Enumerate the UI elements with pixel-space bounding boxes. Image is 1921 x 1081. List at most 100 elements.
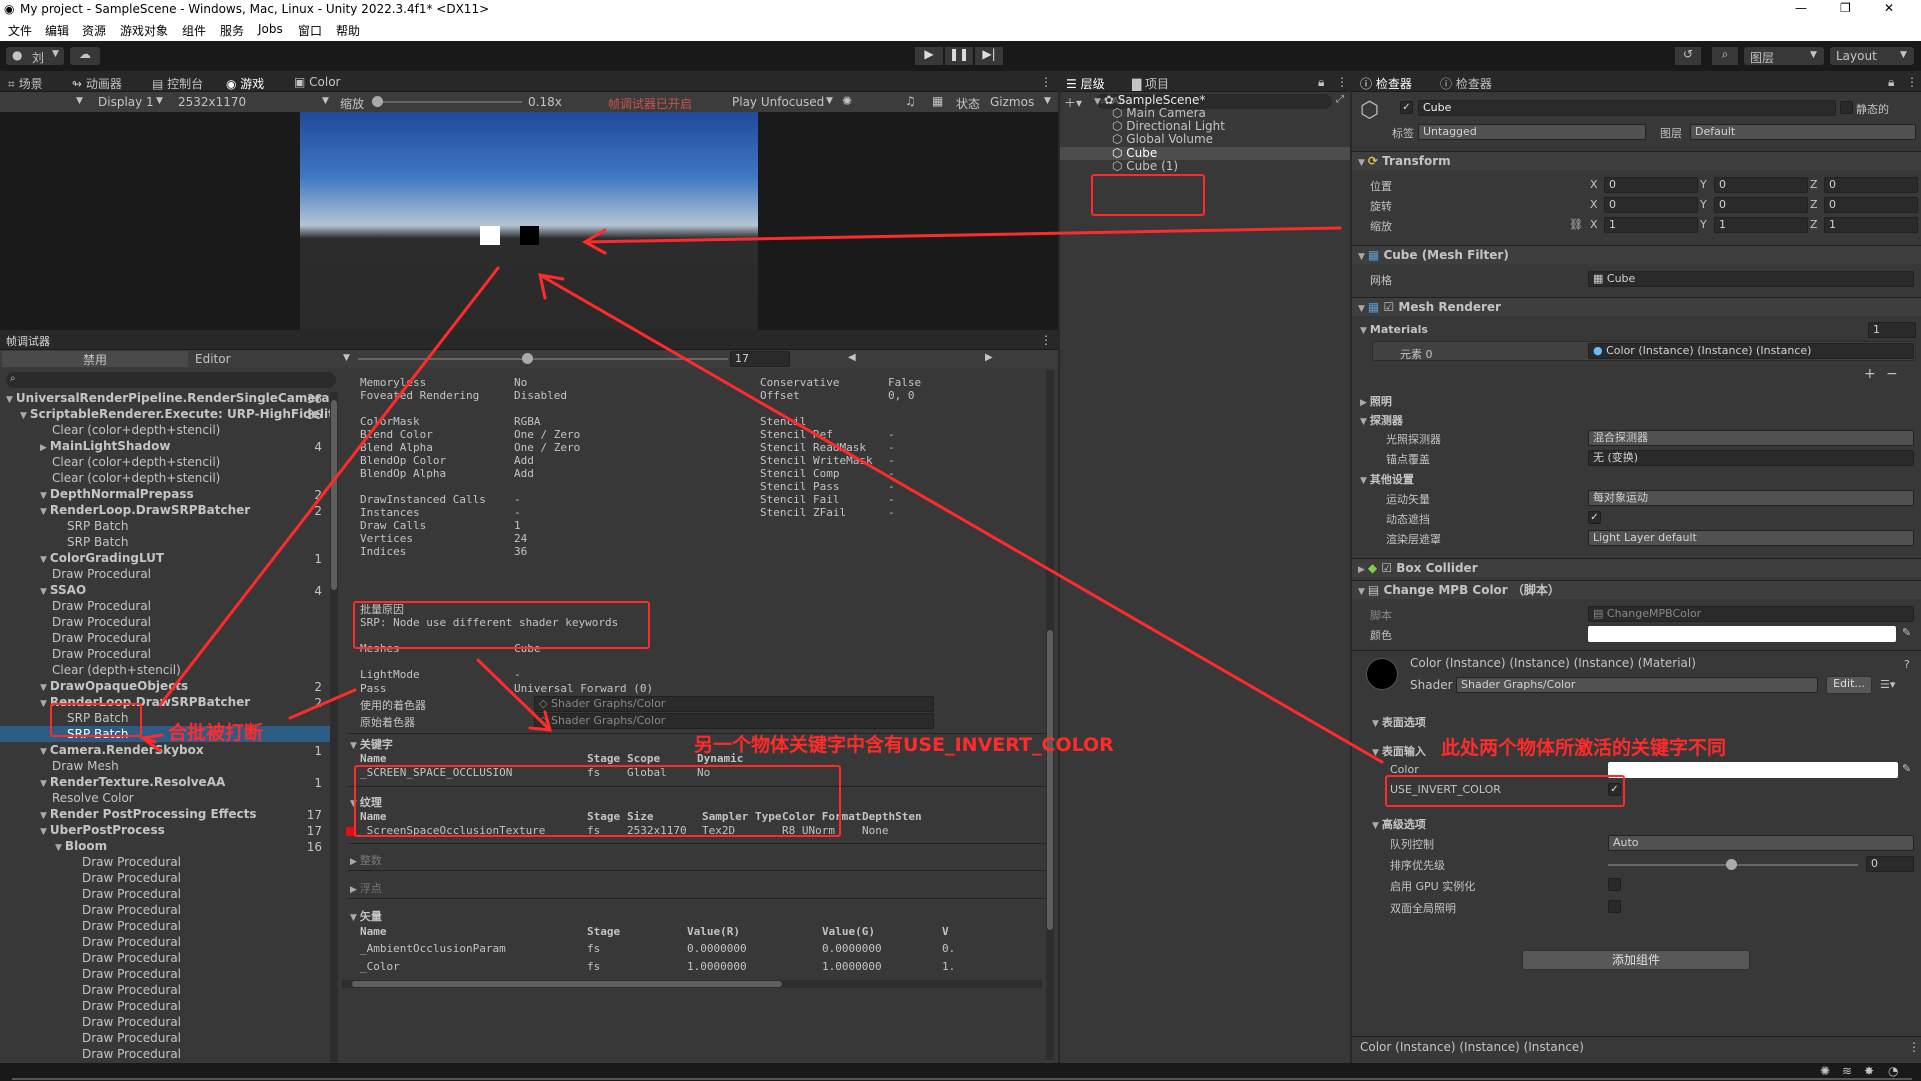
tree-row[interactable]: Draw Procedural: [0, 870, 330, 886]
create-button[interactable]: ＋▾: [1064, 94, 1092, 110]
bug-icon[interactable]: ✺: [842, 94, 852, 108]
account-dropdown[interactable]: ● 刘 ▼: [6, 47, 64, 65]
foldout-icon[interactable]: ▼: [40, 699, 47, 709]
hierarchy-item-cube-1[interactable]: ⬡ Cube (1): [1112, 160, 1178, 173]
axis-label-x[interactable]: X: [1590, 218, 1598, 231]
hierarchy-item-global-volume[interactable]: ⬡ Global Volume: [1112, 133, 1213, 146]
tab-inspector-2[interactable]: ⓘ 检查器: [1440, 75, 1492, 92]
bug-icon[interactable]: ✺: [1820, 1064, 1830, 1078]
tree-row[interactable]: Clear (color+depth+stencil): [0, 470, 330, 486]
foldout-icon[interactable]: ▼: [40, 587, 47, 597]
play-button[interactable]: ▶: [915, 47, 943, 65]
layers-icon[interactable]: ≋: [1842, 1064, 1852, 1078]
step-button[interactable]: ▶|: [975, 47, 1003, 65]
tree-row[interactable]: ▼ RenderTexture.ResolveAA 1: [0, 774, 330, 791]
disable-button[interactable]: 禁用: [2, 351, 188, 367]
axis-label-x[interactable]: X: [1590, 198, 1598, 211]
menu-window[interactable]: 窗口: [298, 22, 322, 39]
search-button[interactable]: ⌕: [1712, 47, 1738, 65]
spinner-icon[interactable]: ◔: [1888, 1064, 1898, 1078]
foldout-icon[interactable]: ▼: [20, 411, 27, 421]
foldout-icon[interactable]: ▼: [40, 491, 47, 501]
rot-x-field[interactable]: 0: [1604, 197, 1698, 213]
tab-inspector[interactable]: ⓘ 检查器: [1360, 75, 1412, 92]
tab-scene[interactable]: ⌗ 场景: [8, 75, 43, 92]
scale-slider[interactable]: [372, 101, 522, 103]
tree-row[interactable]: Draw Procedural: [0, 886, 330, 902]
tab-game[interactable]: ◉ 游戏: [226, 75, 264, 92]
game-viewport[interactable]: [0, 112, 1058, 330]
grid-icon[interactable]: ▦: [932, 94, 943, 108]
foldout-icon[interactable]: ▼: [40, 683, 47, 693]
tree-row[interactable]: Draw Procedural: [0, 998, 330, 1014]
next-event-icon[interactable]: ▶: [985, 352, 993, 363]
tree-row[interactable]: Draw Procedural: [0, 902, 330, 918]
tree-row[interactable]: Draw Procedural: [0, 598, 330, 614]
tree-row[interactable]: ▼ SSAO 4: [0, 582, 330, 599]
tree-row[interactable]: Draw Procedural: [0, 646, 330, 662]
scl-x-field[interactable]: 1: [1604, 217, 1698, 233]
more-options-icon[interactable]: ⋮: [1336, 75, 1348, 89]
menu-assets[interactable]: 资源: [82, 22, 106, 39]
axis-label-y[interactable]: Y: [1700, 218, 1707, 231]
display-dropdown[interactable]: Display 1: [98, 95, 154, 109]
tree-row[interactable]: Draw Procedural: [0, 1046, 330, 1062]
menu-component[interactable]: 组件: [182, 22, 206, 39]
foldout-icon[interactable]: ▼: [40, 811, 47, 821]
tree-row[interactable]: SRP Batch: [0, 518, 330, 534]
expand-icon[interactable]: ⤢: [1336, 94, 1344, 105]
event-slider-handle[interactable]: [522, 353, 533, 364]
floats-foldout[interactable]: ▶ 浮点: [350, 880, 382, 896]
lock-icon[interactable]: 🔒︎: [1888, 75, 1894, 90]
tab-color[interactable]: ▣ Color: [294, 75, 341, 89]
tree-row[interactable]: ▼ RenderLoop.DrawSRPBatcher 2: [0, 502, 330, 519]
menu-jobs[interactable]: Jobs: [258, 22, 283, 36]
foldout-icon[interactable]: ▶: [40, 443, 47, 453]
close-button[interactable]: ✕: [1884, 1, 1894, 15]
layout-dropdown[interactable]: Layout ▼: [1830, 47, 1914, 65]
tree-row[interactable]: SRP Batch: [0, 534, 330, 550]
maximize-button[interactable]: ❐: [1840, 1, 1851, 15]
scene-root-row[interactable]: ▼ ✿ SampleScene*: [1094, 93, 1205, 107]
menu-services[interactable]: 服务: [220, 22, 244, 39]
minimize-button[interactable]: —: [1795, 1, 1807, 15]
more-options-icon[interactable]: ⋮: [1040, 75, 1052, 89]
used-shader-field[interactable]: ◇ Shader Graphs/Color: [534, 696, 934, 712]
details-h-scrollbar[interactable]: [342, 980, 1042, 988]
foldout-icon[interactable]: ▼: [40, 779, 47, 789]
tree-row[interactable]: Draw Procedural: [0, 966, 330, 982]
foldout-icon[interactable]: ▼: [40, 555, 47, 565]
stats-button[interactable]: 状态: [956, 95, 980, 112]
tree-row[interactable]: ▼ ScriptableRenderer.Execute: URP-HighFid…: [0, 406, 334, 423]
vectors-foldout[interactable]: ▼ 矢量: [350, 908, 382, 924]
pos-y-field[interactable]: 0: [1714, 177, 1808, 193]
tree-row[interactable]: Draw Procedural: [0, 982, 330, 998]
tree-row[interactable]: Draw Procedural: [0, 630, 330, 646]
foldout-icon[interactable]: ▼: [6, 395, 13, 405]
details-scrollbar[interactable]: [1046, 370, 1054, 1060]
rot-y-field[interactable]: 0: [1714, 197, 1808, 213]
tree-row[interactable]: ▼ ColorGradingLUT 1: [0, 550, 330, 567]
axis-label-z[interactable]: Z: [1810, 178, 1818, 191]
event-slider[interactable]: [358, 358, 728, 360]
menu-gameobject[interactable]: 游戏对象: [120, 22, 168, 39]
tree-scrollbar-thumb[interactable]: [331, 400, 337, 590]
history-button[interactable]: ↺: [1675, 47, 1701, 65]
tree-row[interactable]: Draw Mesh: [0, 758, 330, 774]
scl-z-field[interactable]: 1: [1824, 217, 1918, 233]
axis-label-x[interactable]: X: [1590, 178, 1598, 191]
menu-edit[interactable]: 编辑: [45, 22, 69, 39]
debug-icon[interactable]: ✸: [1864, 1064, 1874, 1078]
prev-event-icon[interactable]: ◀: [848, 352, 856, 363]
tree-row[interactable]: Clear (color+depth+stencil): [0, 454, 330, 470]
menu-help[interactable]: 帮助: [336, 22, 360, 39]
tree-row[interactable]: ▼ Bloom 16: [0, 838, 330, 855]
tab-hierarchy[interactable]: ☰ 层级: [1066, 75, 1105, 92]
target-dropdown[interactable]: Editor: [195, 352, 231, 366]
tree-row[interactable]: Draw Procedural: [0, 614, 330, 630]
axis-label-y[interactable]: Y: [1700, 198, 1707, 211]
tree-row[interactable]: Clear (depth+stencil): [0, 662, 330, 678]
tree-row[interactable]: ▼ Render PostProcessing Effects 17: [0, 806, 330, 823]
lock-icon[interactable]: 🔒︎: [1318, 75, 1324, 90]
tab-animator[interactable]: ↬ 动画器: [72, 75, 122, 92]
